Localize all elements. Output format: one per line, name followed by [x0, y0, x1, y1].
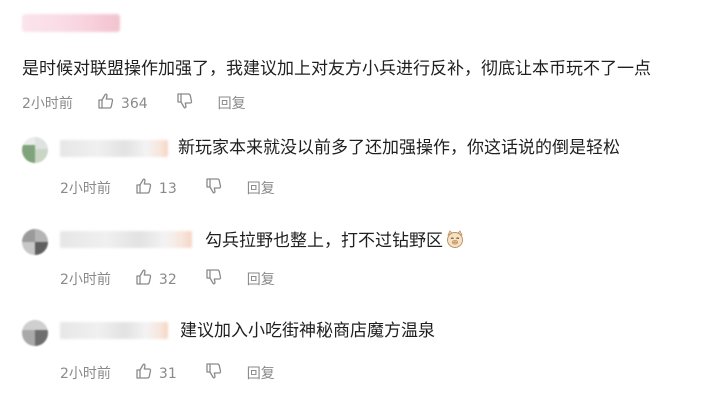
reply-meta: 2小时前 32 回复: [60, 268, 275, 291]
reply-commenter-name-blurred[interactable]: [60, 140, 168, 157]
reply-text: 建议加入小吃街神秘商店魔方温泉: [180, 321, 435, 341]
thumbs-down-icon: [205, 362, 223, 385]
comment-time: 2小时前: [60, 180, 111, 197]
reply-meta: 2小时前 31 回复: [60, 362, 275, 385]
comment-time: 2小时前: [60, 365, 111, 382]
like-count: 364: [120, 95, 148, 112]
top-commenter-name-blurred[interactable]: [22, 14, 120, 32]
like-count: 31: [158, 365, 177, 382]
like-button[interactable]: 31: [135, 362, 177, 385]
reply-meta: 2小时前 13 回复: [60, 177, 275, 200]
thumbs-up-icon: [97, 92, 115, 115]
comment-time: 2小时前: [60, 271, 111, 288]
avatar[interactable]: [22, 229, 48, 255]
avatar[interactable]: [22, 320, 48, 346]
reply-text-content: 勾兵拉野也整上，打不过钻野区: [205, 231, 443, 251]
comment-time: 2小时前: [22, 95, 73, 112]
dislike-button[interactable]: [205, 177, 223, 200]
reply-commenter-name-blurred[interactable]: [60, 322, 168, 339]
smirk-pig-emoji: [445, 229, 465, 249]
thumbs-down-icon: [205, 177, 223, 200]
reply-text: 新玩家本来就没以前多了还加强操作，你这话说的倒是轻松: [178, 138, 620, 158]
thumbs-down-icon: [176, 92, 194, 115]
reply-button[interactable]: 回复: [218, 95, 246, 113]
like-count: 32: [158, 271, 177, 288]
reply-button[interactable]: 回复: [247, 271, 275, 289]
dislike-button[interactable]: [176, 92, 194, 115]
reply-text: 勾兵拉野也整上，打不过钻野区: [205, 229, 465, 252]
thumbs-up-icon: [135, 268, 153, 291]
top-comment-text: 是时候对联盟操作加强了，我建议加上对友方小兵进行反补，彻底让本币玩不了一点: [22, 59, 651, 79]
dislike-button[interactable]: [205, 362, 223, 385]
like-button[interactable]: 13: [135, 177, 177, 200]
reply-button[interactable]: 回复: [247, 180, 275, 198]
thumbs-up-icon: [135, 177, 153, 200]
like-button[interactable]: 364: [97, 92, 148, 115]
avatar[interactable]: [22, 137, 48, 163]
dislike-button[interactable]: [205, 268, 223, 291]
reply-button[interactable]: 回复: [247, 365, 275, 383]
like-count: 13: [158, 180, 177, 197]
top-comment-meta: 2小时前 364 回复: [22, 92, 246, 115]
like-button[interactable]: 32: [135, 268, 177, 291]
thumbs-down-icon: [205, 268, 223, 291]
thumbs-up-icon: [135, 362, 153, 385]
reply-commenter-name-blurred[interactable]: [60, 231, 192, 248]
